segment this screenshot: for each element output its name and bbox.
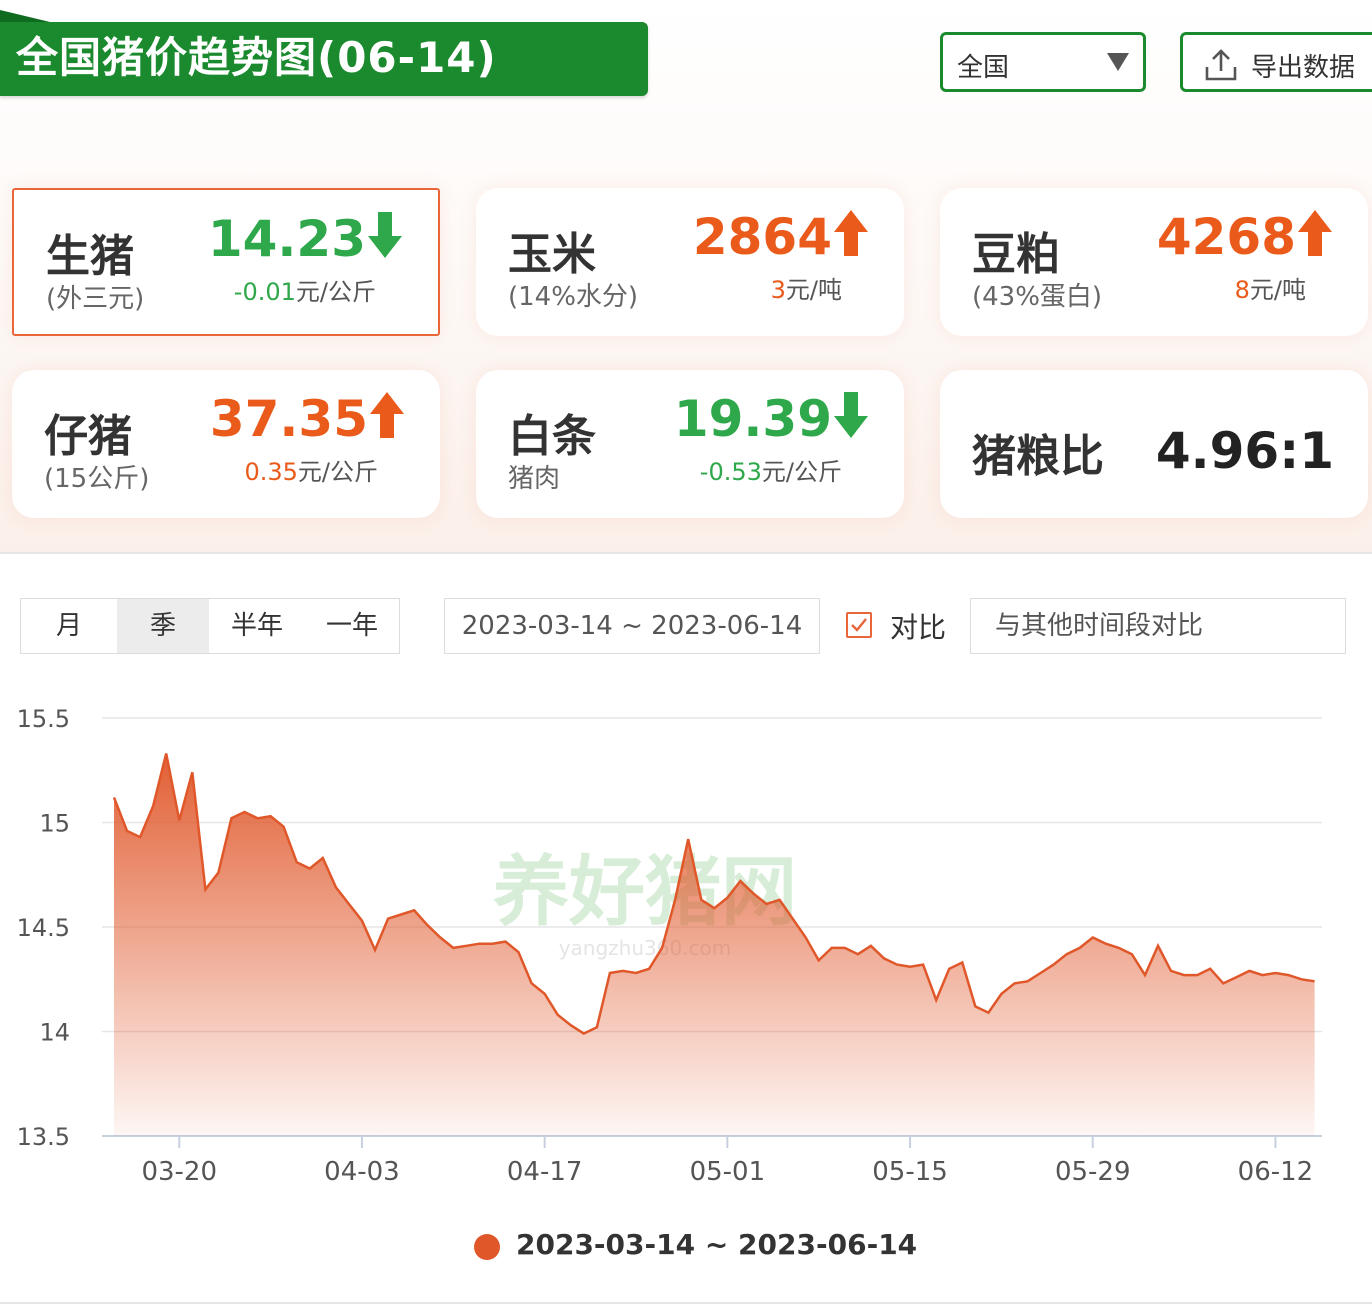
card-name: 白条 [508,411,596,462]
arrow-up-icon [1298,210,1332,256]
card-unit: 元/公斤 [297,458,378,486]
card-change: -0.53 [699,458,762,486]
y-tick-label: 15.5 [17,705,70,733]
series-area [114,753,1315,1136]
date-range-picker[interactable]: 2023-03-14 ~ 2023-06-14 [444,598,820,654]
card-name: 生猪 [46,231,134,282]
x-tick-label: 04-17 [507,1157,583,1187]
y-tick-label: 13.5 [17,1123,70,1151]
price-card-soybean-meal[interactable]: 豆粕 (43%蛋白) 4268 8元/吨 [940,188,1368,336]
page-title: 全国猪价趋势图(06-14) [16,33,497,82]
x-tick-label: 05-29 [1055,1157,1131,1187]
region-select[interactable]: 全国 [940,32,1146,92]
card-price: 4268 [1156,208,1296,266]
card-unit: 元/公斤 [295,278,376,306]
ratio-name: 猪粮比 [972,431,1104,482]
card-unit: 元/公斤 [761,458,842,486]
x-tick-label: 03-20 [141,1157,217,1187]
card-subtitle: (15公斤) [44,464,150,494]
x-tick-label: 06-12 [1238,1157,1314,1187]
compare-label: 对比 [890,611,947,644]
card-name: 豆粕 [972,229,1060,280]
card-price: 37.35 [209,390,368,448]
card-subtitle: (14%水分) [508,282,639,312]
card-change: 3 [770,276,786,304]
price-card-live-hog[interactable]: 生猪 (外三元) 14.23 -0.01元/公斤 [12,188,440,336]
card-price: 14.23 [207,210,366,268]
ratio-value: 4.96:1 [1155,422,1334,480]
arrow-down-icon [368,212,402,258]
card-subtitle: 猪肉 [508,464,561,494]
range-tabs: 月 季 半年 一年 [20,598,400,654]
card-unit: 元/吨 [785,276,842,304]
export-data-button[interactable]: 导出数据 [1180,32,1372,92]
card-price: 19.39 [673,390,832,448]
card-unit: 元/吨 [1249,276,1306,304]
tab-year[interactable]: 一年 [305,599,399,653]
compare-checkbox[interactable] [846,612,872,638]
card-change: 0.35 [244,458,298,486]
tab-half-year[interactable]: 半年 [209,599,305,653]
legend-label: 2023-03-14 ~ 2023-06-14 [516,1228,918,1261]
card-price: 2864 [692,208,832,266]
y-tick-label: 14.5 [17,914,70,942]
card-name: 玉米 [508,229,596,280]
card-subtitle: (外三元) [46,284,145,314]
price-card-corn[interactable]: 玉米 (14%水分) 2864 3元/吨 [476,188,904,336]
card-subtitle: (43%蛋白) [972,282,1103,312]
divider [0,1302,1372,1304]
tab-quarter[interactable]: 季 [117,599,209,653]
price-card-pork-carcass[interactable]: 白条 猪肉 19.39 -0.53元/公斤 [476,370,904,518]
arrow-up-icon [370,392,404,438]
checkmark-icon [851,618,867,632]
y-tick-label: 14 [39,1019,70,1047]
arrow-up-icon [834,210,868,256]
tab-month[interactable]: 月 [21,599,117,653]
price-trend-chart: 养好猪网 yangzhu360.com 15.51514.51413.503-2… [17,705,1322,1187]
hog-grain-ratio-card[interactable]: 猪粮比 4.96:1 [940,370,1368,518]
x-tick-label: 05-15 [872,1157,948,1187]
price-card-piglet[interactable]: 仔猪 (15公斤) 37.35 0.35元/公斤 [12,370,440,518]
legend-marker [474,1234,500,1260]
y-tick-label: 15 [39,810,70,838]
title-banner: 全国猪价趋势图(06-14) [0,10,648,96]
dropdown-arrow-icon [1107,53,1129,71]
region-select-value: 全国 [957,53,1010,83]
card-change: -0.01 [233,278,296,306]
upload-icon [1205,49,1237,81]
x-tick-label: 05-01 [690,1157,766,1187]
arrow-down-icon [834,392,868,438]
divider [0,552,1372,554]
export-data-label: 导出数据 [1251,53,1356,83]
compare-period-input[interactable]: 与其他时间段对比 [970,598,1346,654]
x-tick-label: 04-03 [324,1157,400,1187]
card-change: 8 [1234,276,1250,304]
card-name: 仔猪 [44,411,132,462]
